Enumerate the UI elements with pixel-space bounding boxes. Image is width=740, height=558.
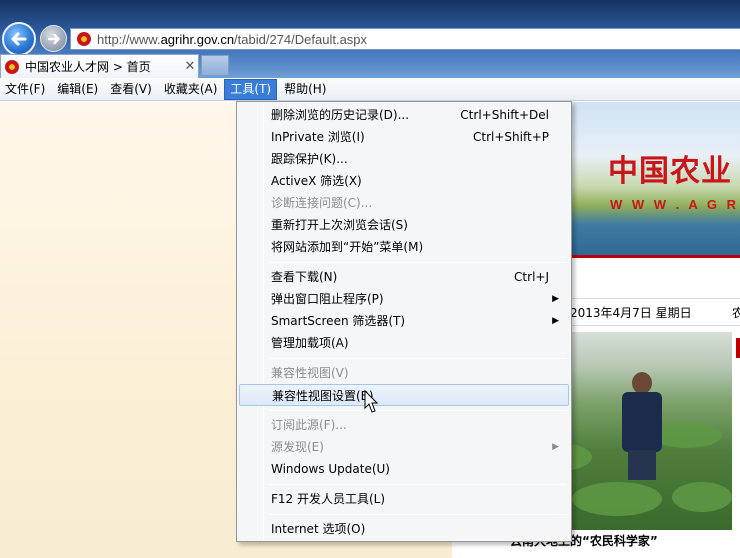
menu-item-label: 兼容性视图(V) — [271, 366, 349, 380]
submenu-arrow-icon: ▶ — [552, 294, 559, 304]
submenu-arrow-icon: ▶ — [552, 316, 559, 326]
menu-item-shortcut: Ctrl+Shift+Del — [460, 108, 549, 122]
menu-item-shortcut: Ctrl+J — [514, 270, 549, 284]
menu-view-downloads[interactable]: 查看下载(N) Ctrl+J — [239, 266, 569, 288]
menu-subscribe-feed: 订阅此源(F)... — [239, 414, 569, 436]
address-bar[interactable]: http://www. agrihr.gov.cn/tabid/274/Defau… — [70, 28, 740, 50]
menu-favorites[interactable]: 收藏夹(A) — [159, 79, 223, 100]
menu-activex-filter[interactable]: ActiveX 筛选(X) — [239, 170, 569, 192]
arrow-left-icon — [11, 32, 27, 46]
menu-separator — [269, 358, 567, 359]
menu-delete-history[interactable]: 删除浏览的历史记录(D)... Ctrl+Shift+Del — [239, 104, 569, 126]
menu-item-label: 源发现(E) — [271, 440, 324, 454]
menu-item-label: ActiveX 筛选(X) — [271, 174, 362, 188]
menu-reopen-session[interactable]: 重新打开上次浏览会话(S) — [239, 214, 569, 236]
photo-leaf — [672, 482, 732, 512]
menu-item-label: Internet 选项(O) — [271, 522, 366, 536]
menu-item-label: 管理加载项(A) — [271, 336, 349, 350]
menu-edit[interactable]: 编辑(E) — [52, 79, 103, 100]
menu-popup-blocker[interactable]: 弹出窗口阻止程序(P) ▶ — [239, 288, 569, 310]
farmer-figure — [622, 372, 662, 482]
menu-add-to-start[interactable]: 将网站添加到“开始”菜单(M) — [239, 236, 569, 258]
menu-compat-view: 兼容性视图(V) — [239, 362, 569, 384]
browser-chrome: http://www. agrihr.gov.cn/tabid/274/Defau… — [0, 0, 740, 78]
submenu-arrow-icon: ▶ — [552, 442, 559, 452]
menu-separator — [269, 484, 567, 485]
menu-item-label: 兼容性视图设置(B) — [272, 389, 374, 403]
arrow-right-icon — [47, 33, 60, 44]
menu-manage-addons[interactable]: 管理加载项(A) — [239, 332, 569, 354]
site-favicon-icon — [77, 32, 91, 46]
menu-diagnose-connection: 诊断连接问题(C)... — [239, 192, 569, 214]
tools-dropdown-menu: 删除浏览的历史记录(D)... Ctrl+Shift+Del InPrivate… — [236, 101, 572, 542]
menu-item-label: 重新打开上次浏览会话(S) — [271, 218, 408, 232]
menu-item-label: 诊断连接问题(C)... — [271, 196, 373, 210]
menu-inprivate[interactable]: InPrivate 浏览(I) Ctrl+Shift+P — [239, 126, 569, 148]
photo-leaf — [572, 482, 662, 516]
menu-feed-discovery: 源发现(E) ▶ — [239, 436, 569, 458]
tab-active[interactable]: 中国农业人才网 > 首页 ✕ — [0, 54, 199, 78]
menu-separator — [269, 262, 567, 263]
menu-tracking-protection[interactable]: 跟踪保护(K)... — [239, 148, 569, 170]
menu-separator — [269, 410, 567, 411]
forward-button[interactable] — [40, 25, 67, 52]
mouse-cursor-icon — [364, 390, 378, 413]
menu-file[interactable]: 文件(F) — [0, 79, 50, 100]
tab-favicon-icon — [5, 59, 19, 74]
photo-leaf — [652, 422, 722, 448]
menu-windows-update[interactable]: Windows Update(U) — [239, 458, 569, 480]
banner-title: 中国农业 — [608, 154, 732, 189]
menu-item-label: 跟踪保护(K)... — [271, 152, 348, 166]
menu-item-label: 弹出窗口阻止程序(P) — [271, 292, 384, 306]
address-host: agrihr.gov.cn — [160, 31, 235, 47]
new-tab-button[interactable] — [201, 55, 229, 76]
menu-item-label: 查看下载(N) — [271, 270, 338, 284]
banner-subtitle: W W W . A G R I — [610, 197, 740, 212]
back-button[interactable] — [2, 22, 36, 56]
menu-item-label: F12 开发人员工具(L) — [271, 492, 386, 506]
tab-row: 中国农业人才网 > 首页 ✕ — [0, 52, 740, 78]
menu-separator — [269, 514, 567, 515]
date-extra-text: 农 — [732, 299, 740, 325]
menu-compat-view-settings[interactable]: 兼容性视图设置(B) — [239, 384, 569, 406]
menu-item-label: 将网站添加到“开始”菜单(M) — [271, 240, 424, 254]
menu-f12-dev-tools[interactable]: F12 开发人员工具(L) — [239, 488, 569, 510]
tab-label: 中国农业人才网 > 首页 — [25, 60, 151, 74]
menu-item-label: Windows Update(U) — [271, 462, 390, 476]
address-prefix: http://www. — [97, 31, 161, 47]
menu-item-label: 删除浏览的历史记录(D)... — [271, 108, 410, 122]
menu-help[interactable]: 帮助(H) — [279, 79, 331, 100]
menu-item-label: SmartScreen 筛选器(T) — [271, 314, 406, 328]
menu-item-label: 订阅此源(F)... — [271, 418, 347, 432]
red-accent-bar — [736, 338, 740, 358]
close-tab-icon[interactable]: ✕ — [182, 59, 198, 74]
menu-tools[interactable]: 工具(T) — [224, 78, 278, 100]
menu-smartscreen[interactable]: SmartScreen 筛选器(T) ▶ — [239, 310, 569, 332]
menu-bar: 文件(F) 编辑(E) 查看(V) 收藏夹(A) 工具(T) 帮助(H) — [0, 78, 740, 101]
menu-view[interactable]: 查看(V) — [105, 79, 157, 100]
menu-item-label: InPrivate 浏览(I) — [271, 130, 365, 144]
address-path: /tabid/274/Default.aspx — [234, 31, 368, 47]
menu-item-shortcut: Ctrl+Shift+P — [473, 130, 549, 144]
menu-internet-options[interactable]: Internet 选项(O) — [239, 518, 569, 540]
date-text: 2013年4月7日 星期日 — [570, 306, 692, 320]
